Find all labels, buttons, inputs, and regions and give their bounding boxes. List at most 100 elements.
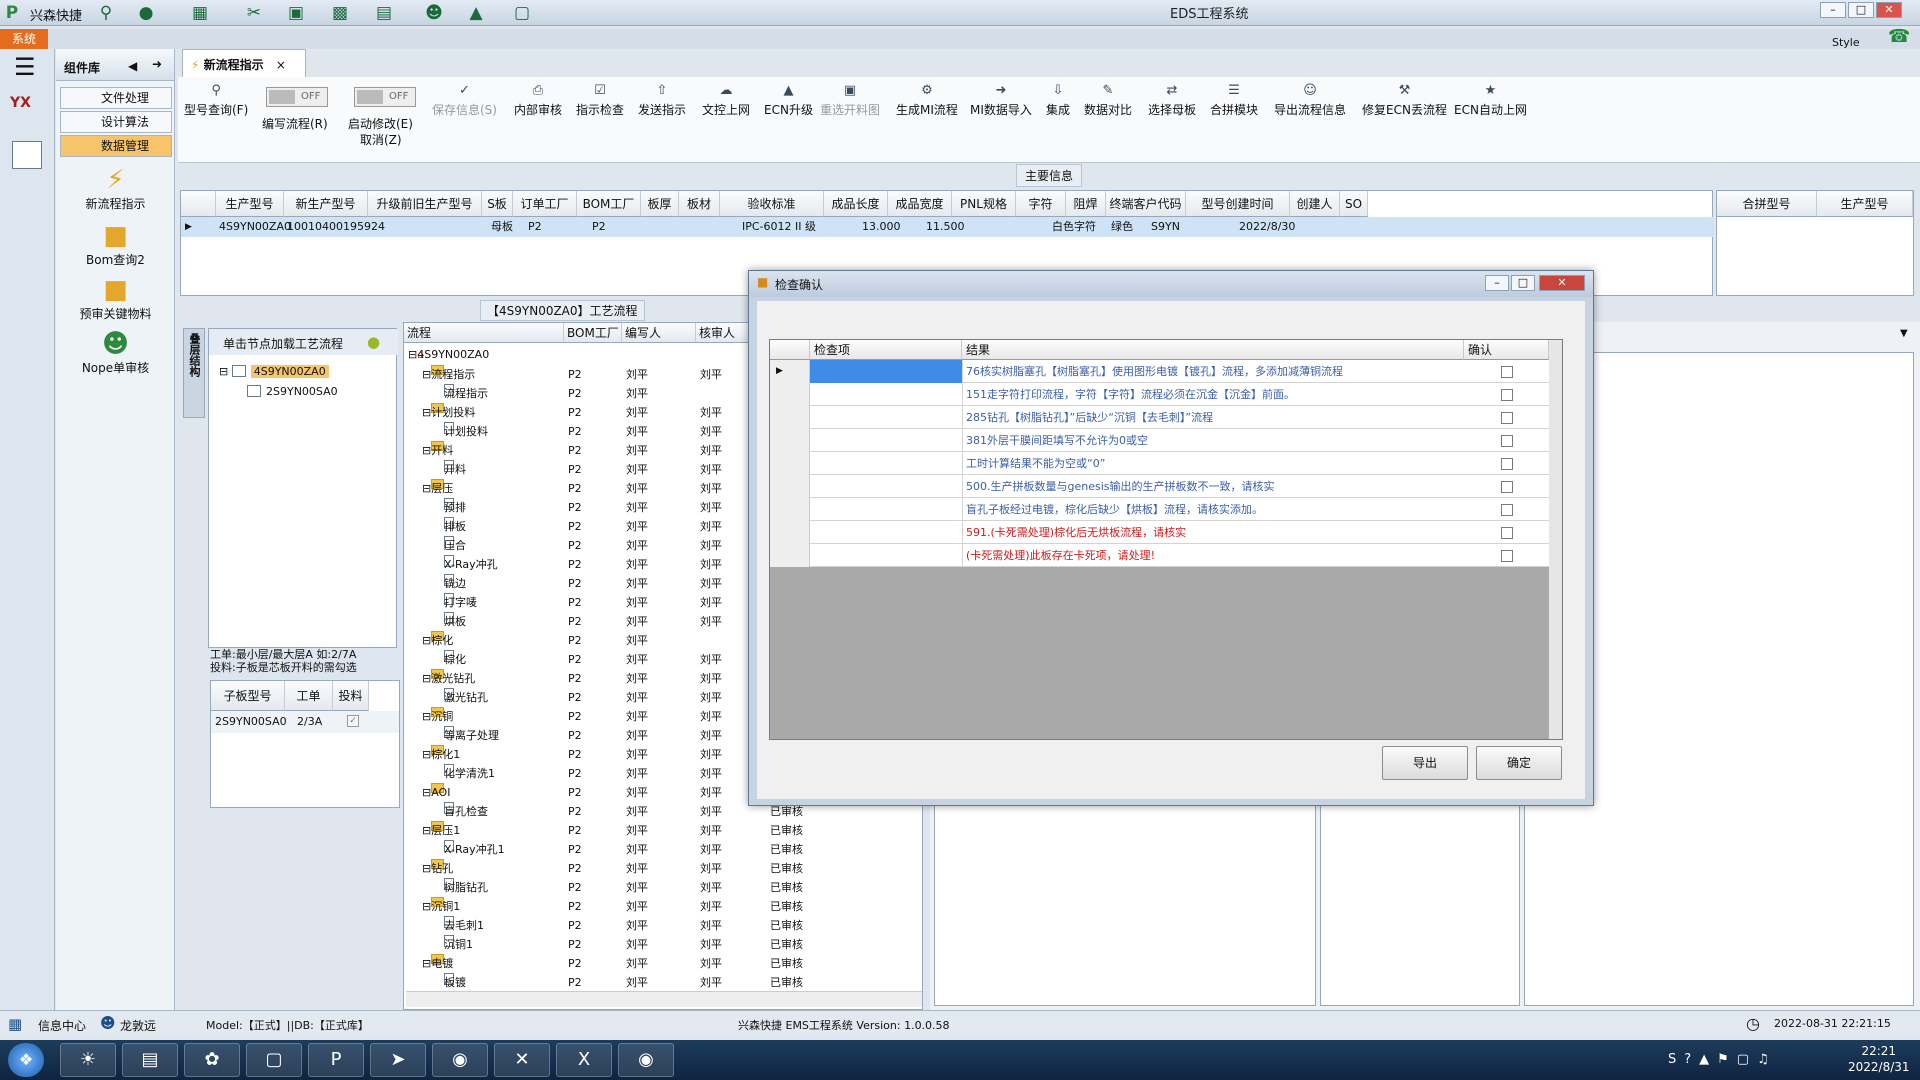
- confirm-checkbox[interactable]: [1501, 481, 1513, 493]
- ok-button[interactable]: 确定: [1476, 746, 1562, 780]
- vertical-scrollbar[interactable]: [1549, 340, 1562, 739]
- tree-node[interactable]: 2S9YN00SA0: [247, 385, 338, 398]
- dialog-close-button[interactable]: ✕: [1539, 275, 1585, 291]
- phone-icon[interactable]: ☎: [1888, 26, 1910, 47]
- monitor-icon[interactable]: ▢: [512, 3, 532, 23]
- integrate-button[interactable]: ⇩ 集成: [1046, 83, 1070, 118]
- fix-ecn-button[interactable]: ⚒ 修复ECN丢流程: [1362, 83, 1447, 118]
- tool-prereview[interactable]: ■ 预审关键物料: [56, 275, 175, 322]
- cancel-button[interactable]: 取消(Z): [360, 131, 402, 148]
- check-row[interactable]: 151走字符打印流程，字符【字符】流程必须在沉金【沉金】前面。: [770, 383, 1549, 406]
- taskbar-app-icon[interactable]: ➤: [370, 1043, 426, 1077]
- taskbar-app-icon[interactable]: ☀: [60, 1043, 116, 1077]
- maximize-button[interactable]: □: [1848, 2, 1874, 18]
- cell-s-board[interactable]: 母板: [491, 217, 513, 237]
- confirm-checkbox[interactable]: [1501, 504, 1513, 516]
- taskbar-app-icon[interactable]: ◉: [618, 1043, 674, 1077]
- sub-model-cell[interactable]: 2S9YN00SA0: [215, 715, 287, 728]
- dialog-minimize-button[interactable]: –: [1485, 275, 1509, 291]
- dialog-maximize-button[interactable]: □: [1511, 275, 1535, 291]
- system-tab[interactable]: 系统: [0, 29, 48, 49]
- tree-row[interactable]: 沉铜1 P2 刘平 刘平 已审核: [404, 935, 924, 954]
- write-flow-toggle[interactable]: OFF: [266, 87, 328, 107]
- tray-icons[interactable]: S?▲⚑▢♫: [1668, 1052, 1777, 1067]
- check-row[interactable]: 285钻孔【树脂钻孔】”后缺少“沉铜【去毛刺】”流程: [770, 406, 1549, 429]
- check-item-cell[interactable]: [810, 498, 962, 521]
- cell-created-time[interactable]: 2022/8/30: [1239, 217, 1295, 237]
- document-tab[interactable]: ⚡ 新流程指示 ×: [182, 49, 306, 77]
- select-mother-board-button[interactable]: ⇄ 选择母板: [1148, 83, 1196, 118]
- merge-module-button[interactable]: ☰ 合拼模块: [1210, 83, 1258, 118]
- data-compare-button[interactable]: ✎ 数据对比: [1084, 83, 1132, 118]
- confirm-checkbox[interactable]: [1501, 550, 1513, 562]
- mi-import-button[interactable]: ➜ MI数据导入: [970, 83, 1032, 118]
- chart-icon[interactable]: ▩: [330, 3, 350, 23]
- minimize-button[interactable]: –: [1820, 2, 1846, 18]
- tree-row[interactable]: 去毛刺1 P2 刘平 刘平 已审核: [404, 916, 924, 935]
- tree-node[interactable]: ⊟ 4S9YN00ZA0: [219, 365, 329, 378]
- check-row[interactable]: 盲孔子板经过电镀，棕化后缺少【烘板】流程，请核实添加。: [770, 498, 1549, 521]
- cell-length[interactable]: 13.000: [862, 217, 901, 237]
- cell-new-model[interactable]: 10010400195924: [287, 217, 385, 237]
- check-row[interactable]: 591.(卡死需处理)棕化后无烘板流程，请核实: [770, 521, 1549, 544]
- check-item-cell[interactable]: [810, 429, 962, 452]
- tool-new-flow[interactable]: ⚡ 新流程指示: [56, 165, 175, 212]
- export-button[interactable]: 导出: [1382, 746, 1468, 780]
- export-flow-button[interactable]: ☺ 导出流程信息: [1274, 83, 1346, 118]
- cell-standard[interactable]: IPC-6012 II 级: [742, 217, 816, 237]
- stack-structure-tab[interactable]: 叠层结构: [183, 328, 205, 418]
- confirm-checkbox[interactable]: [1501, 389, 1513, 401]
- grid-icon[interactable]: ▤: [374, 3, 394, 23]
- taskbar-app-icon[interactable]: ▢: [246, 1043, 302, 1077]
- close-button[interactable]: ✕: [1876, 2, 1902, 18]
- confirm-checkbox[interactable]: [1501, 435, 1513, 447]
- instruction-check-button[interactable]: ☑ 指示检查: [576, 83, 624, 118]
- component-item-file[interactable]: 文件处理: [60, 87, 172, 109]
- save-info-button[interactable]: ✓ 保存信息(S): [432, 83, 497, 118]
- cell-bom-factory[interactable]: P2: [592, 217, 606, 237]
- taskbar-app-icon[interactable]: X: [556, 1043, 612, 1077]
- info-center[interactable]: 信息中心: [38, 1017, 86, 1034]
- check-item-cell[interactable]: [810, 544, 962, 567]
- close-tab-icon[interactable]: ×: [276, 58, 286, 72]
- confirm-checkbox[interactable]: [1501, 527, 1513, 539]
- tree-row[interactable]: 树脂钻孔 P2 刘平 刘平 已审核: [404, 878, 924, 897]
- check-row[interactable]: 381外层干膜间距填写不允许为0或空: [770, 429, 1549, 452]
- taskbar-app-icon[interactable]: P: [308, 1043, 364, 1077]
- search-icon[interactable]: ⚲: [96, 3, 116, 23]
- check-row[interactable]: ▶ 76核实树脂塞孔【树脂塞孔】使用图形电镀【镀孔】流程，多添加减薄铜流程: [770, 360, 1549, 383]
- generate-mi-button[interactable]: ⚙ 生成MI流程: [896, 83, 958, 118]
- table-icon[interactable]: ▦: [190, 3, 210, 23]
- yx-logo-icon[interactable]: YX: [10, 95, 31, 111]
- cell-order-factory[interactable]: P2: [528, 217, 542, 237]
- check-row[interactable]: 工时计算结果不能为空或“0”: [770, 452, 1549, 475]
- doc-online-button[interactable]: ☁ 文控上网: [702, 83, 750, 118]
- check-item-cell[interactable]: [810, 452, 962, 475]
- style-label[interactable]: Style: [1832, 36, 1860, 49]
- check-item-cell[interactable]: [810, 475, 962, 498]
- taskbar-app-icon[interactable]: ▤: [122, 1043, 178, 1077]
- check-item-cell[interactable]: [810, 521, 962, 544]
- check-item-cell[interactable]: [810, 383, 962, 406]
- tree-row[interactable]: 板镀 P2 刘平 刘平 已审核: [404, 973, 924, 992]
- pin-icon[interactable]: ➜: [152, 57, 162, 71]
- scissors-icon[interactable]: ✂: [244, 3, 264, 23]
- tree-row[interactable]: ⊟ 电镀 P2 刘平 刘平 已审核: [404, 954, 924, 973]
- component-item-data[interactable]: 数据管理: [60, 135, 172, 157]
- collapse-icon[interactable]: ◀: [128, 59, 137, 73]
- component-item-algorithm[interactable]: 设计算法: [60, 111, 172, 133]
- taskbar-app-icon[interactable]: ◉: [432, 1043, 488, 1077]
- confirm-checkbox[interactable]: [1501, 366, 1513, 378]
- chevron-down-icon[interactable]: ▼: [1900, 328, 1908, 339]
- check-row[interactable]: (卡死需处理)此板存在卡死项，请处理!: [770, 544, 1549, 567]
- ecn-upgrade-button[interactable]: ▲ ECN升级: [764, 83, 813, 118]
- cell-width[interactable]: 11.500: [926, 217, 965, 237]
- check-row[interactable]: 500.生产拼板数量与genesis输出的生产拼板数不一致，请核实: [770, 475, 1549, 498]
- calculator-icon[interactable]: [12, 141, 42, 169]
- windows-grid-icon[interactable]: ▦: [8, 1015, 22, 1033]
- cell-solder[interactable]: 绿色: [1111, 217, 1133, 237]
- taskbar-app-icon[interactable]: ✕: [494, 1043, 550, 1077]
- start-modify-toggle[interactable]: OFF: [354, 87, 416, 107]
- sub-order-cell[interactable]: 2/3A: [297, 715, 322, 728]
- tree-row[interactable]: ⊟ 沉铜1 P2 刘平 刘平 已审核: [404, 897, 924, 916]
